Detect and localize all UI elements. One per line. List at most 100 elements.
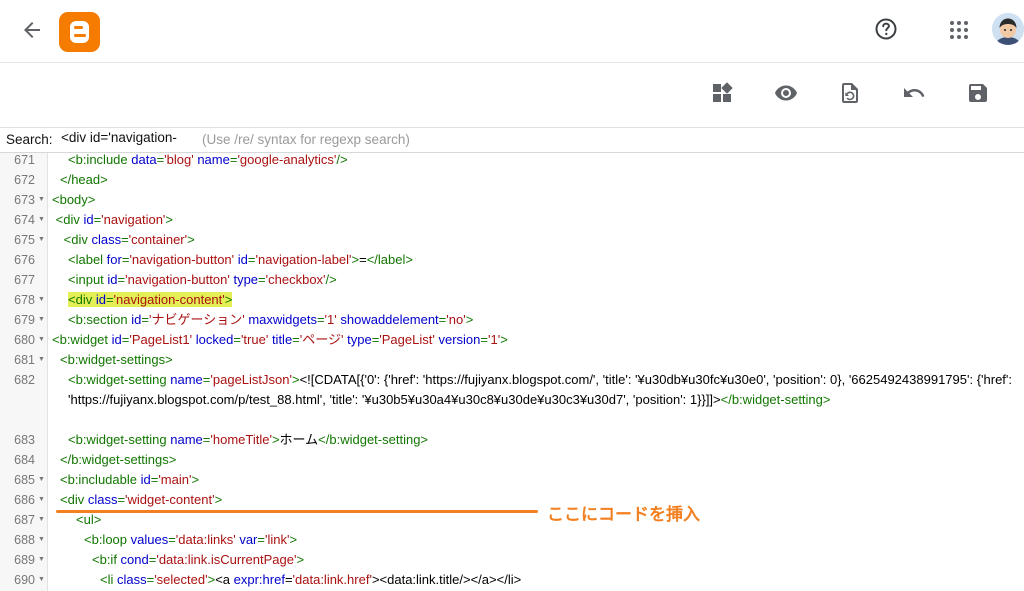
fold-toggle-icon[interactable]: ▼ <box>38 310 45 330</box>
code-token-tag: = <box>233 332 241 347</box>
code-token-attr: expr:href <box>233 572 285 587</box>
code-token-str: 'no' <box>446 312 466 327</box>
code-token-tag: <b:widget-setting <box>68 432 171 447</box>
code-text: <input id='navigation-button' type='chec… <box>52 270 1014 290</box>
line-number: 677 <box>14 273 35 287</box>
code-token-str: 'data:links' <box>175 532 236 547</box>
code-text: <div class='container'> <box>52 230 1014 250</box>
code-token-tag: = <box>168 532 176 547</box>
code-token-attr: id <box>140 472 151 487</box>
fold-toggle-icon[interactable]: ▼ <box>38 330 45 350</box>
code-line[interactable]: 683 <b:widget-setting name='homeTitle'>ホー… <box>0 430 1024 450</box>
code-token-tag: = <box>258 272 266 287</box>
code-line[interactable]: 678 ▼ <div id='navigation-content'> <box>0 290 1024 310</box>
fold-toggle-icon[interactable]: ▼ <box>38 210 45 230</box>
code-token-attr: locked <box>195 332 234 347</box>
code-token-tag: > <box>465 312 474 327</box>
preview-eye-icon[interactable] <box>774 81 798 105</box>
search-input[interactable] <box>61 130 199 145</box>
code-token-str: '1' <box>487 332 501 347</box>
code-token-attr: type <box>347 332 372 347</box>
code-token-tag: <b:include <box>68 152 132 167</box>
code-line[interactable]: 679 ▼ <b:section id='ナビゲーション' maxwidgets='… <box>0 310 1024 330</box>
code-line[interactable]: 672 </head> <box>0 170 1024 190</box>
fold-toggle-icon[interactable]: ▼ <box>38 570 45 590</box>
code-token-attr: data <box>131 152 157 167</box>
code-token-tag: <b:section <box>68 312 132 327</box>
code-text: </b:widget-settings> <box>52 450 1014 470</box>
code-token-str: 'navigation-button' <box>129 252 235 267</box>
user-avatar[interactable] <box>992 13 1024 45</box>
code-token-tag: <div <box>68 292 96 307</box>
line-number: 673 <box>14 193 35 207</box>
code-token-str: 'navigation-label' <box>255 252 352 267</box>
code-line[interactable]: 686 ▼ <div class='widget-content'> <box>0 490 1024 510</box>
fold-toggle-icon[interactable]: ▼ <box>38 530 45 550</box>
code-text: <body> <box>52 190 1014 210</box>
code-line[interactable]: 689 ▼ <b:if cond='data:link.isCurrentPage'… <box>0 550 1024 570</box>
fold-toggle-icon[interactable]: ▼ <box>38 490 45 510</box>
code-token-tag: > <box>214 492 223 507</box>
code-token-plain: <a <box>215 572 234 587</box>
code-text: <b:widget id='PageList1' locked='true' t… <box>52 330 1014 350</box>
code-line[interactable]: 690 ▼ <li class='selected'><a expr:href='d… <box>0 570 1024 590</box>
code-token-tag: > <box>271 432 280 447</box>
save-icon[interactable] <box>966 81 990 105</box>
top-app-bar <box>0 0 1024 63</box>
code-line[interactable]: 681 ▼ <b:widget-settings> <box>0 350 1024 370</box>
code-token-str: 'link' <box>264 532 290 547</box>
code-token-str: 'google-analytics' <box>237 152 337 167</box>
code-token-str: 'navigation-content' <box>113 292 225 307</box>
code-token-tag: = <box>117 492 126 507</box>
fold-toggle-icon[interactable]: ▼ <box>38 470 45 490</box>
fold-toggle-icon[interactable]: ▼ <box>38 510 45 530</box>
code-token-tag: <ul> <box>76 512 102 527</box>
code-token-str: 'true' <box>240 332 269 347</box>
arrow-back-icon[interactable] <box>20 18 44 42</box>
code-token-tag: <b:if <box>92 552 121 567</box>
code-line[interactable]: 674 ▼ <div id='navigation'> <box>0 210 1024 230</box>
fold-toggle-icon[interactable]: ▼ <box>38 290 45 310</box>
editor-toolbar <box>0 63 1024 128</box>
code-token-tag: = <box>141 312 149 327</box>
code-line[interactable]: 671 <b:include data='blog' name='google-a… <box>0 150 1024 170</box>
code-text: <div id='navigation-content'> <box>52 290 1014 310</box>
fold-toggle-icon[interactable]: ▼ <box>38 550 45 570</box>
code-token-attr: values <box>130 532 169 547</box>
fold-toggle-icon[interactable]: ▼ <box>38 350 45 370</box>
apps-grid-icon[interactable] <box>948 19 970 41</box>
code-token-tag: <input <box>68 272 108 287</box>
help-icon[interactable] <box>874 17 898 41</box>
blogger-logo[interactable] <box>59 12 100 52</box>
code-token-tag: > <box>224 292 233 307</box>
line-number: 680 <box>14 333 35 347</box>
code-line[interactable]: 682 <b:widget-setting name='pageListJson'… <box>0 370 1024 430</box>
code-line[interactable]: 676 <label for='navigation-button' id='na… <box>0 250 1024 270</box>
line-number: 684 <box>14 453 35 467</box>
code-line[interactable]: 673 ▼ <body> <box>0 190 1024 210</box>
revert-template-icon[interactable] <box>838 81 862 105</box>
code-token-str: '1' <box>324 312 337 327</box>
fold-toggle-icon[interactable]: ▼ <box>38 190 45 210</box>
code-line[interactable]: 680 ▼ <b:widget id='PageList1' locked='tru… <box>0 330 1024 350</box>
code-text: <b:section id='ナビゲーション' maxwidgets='1' s… <box>52 310 1014 330</box>
code-text: <b:include data='blog' name='google-anal… <box>52 150 1014 170</box>
code-line[interactable]: 687 ▼ <ul> <box>0 510 1024 530</box>
layout-widgets-icon[interactable] <box>710 81 734 105</box>
code-text: <b:loop values='data:links' var='link'> <box>52 530 1014 550</box>
code-token-tag: = <box>105 292 114 307</box>
code-line[interactable]: 684 </b:widget-settings> <box>0 450 1024 470</box>
code-line[interactable]: 685 ▼ <b:includable id='main'> <box>0 470 1024 490</box>
code-token-plain: = <box>359 252 367 267</box>
code-editor[interactable]: 671 <b:include data='blog' name='google-a… <box>0 150 1024 590</box>
undo-icon[interactable] <box>902 81 926 105</box>
code-token-attr: name <box>170 372 203 387</box>
code-token-tag: <div <box>60 232 92 247</box>
code-token-str: 'pageListJson' <box>210 372 292 387</box>
code-text: <b:if cond='data:link.isCurrentPage'> <box>52 550 1014 570</box>
code-line[interactable]: 677 <input id='navigation-button' type='c… <box>0 270 1024 290</box>
code-line[interactable]: 688 ▼ <b:loop values='data:links' var='lin… <box>0 530 1024 550</box>
code-line[interactable]: 675 ▼ <div class='container'> <box>0 230 1024 250</box>
fold-toggle-icon[interactable]: ▼ <box>38 230 45 250</box>
code-token-tag: /> <box>325 272 337 287</box>
